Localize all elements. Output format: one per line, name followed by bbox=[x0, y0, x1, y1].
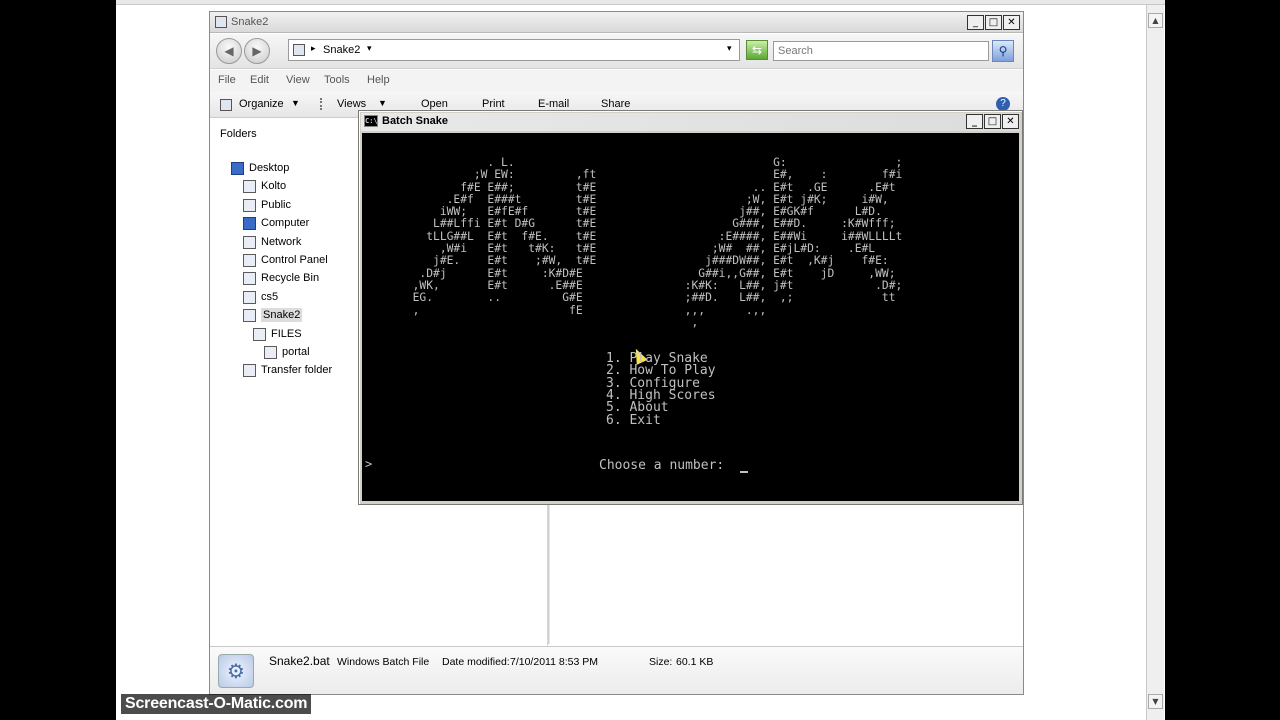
details-type: Windows Batch File bbox=[337, 656, 430, 668]
organize-button[interactable]: Organize bbox=[239, 98, 284, 110]
computer-icon bbox=[243, 216, 256, 230]
scroll-down-icon[interactable]: ▼ bbox=[1148, 694, 1163, 709]
menu-file[interactable]: File bbox=[218, 74, 236, 86]
forward-arrow-icon[interactable]: ▶ bbox=[244, 38, 270, 64]
tree-item-desktop[interactable]: Desktop bbox=[231, 159, 289, 177]
views-icon bbox=[320, 98, 332, 110]
folder-icon bbox=[243, 198, 256, 212]
menu-option-exit: 6. Exit bbox=[606, 413, 661, 428]
explorer-title: Snake2 bbox=[231, 16, 269, 28]
print-button[interactable]: Print bbox=[482, 98, 505, 110]
snake-ascii-art: . L. G: ; ;W EW: ,ft E#, : f#i f#E E##; … bbox=[412, 156, 903, 329]
maximize-icon[interactable]: □ bbox=[985, 15, 1002, 30]
details-size-label: Size: bbox=[649, 656, 673, 668]
batch-snake-console-window: C:\ Batch Snake _ □ ✕ . L. G: ; ;W EW: ,… bbox=[358, 110, 1023, 505]
folder-icon bbox=[264, 345, 277, 359]
details-filename: Snake2.bat bbox=[269, 654, 330, 668]
console-minimize-icon[interactable]: _ bbox=[966, 114, 983, 129]
folder-icon bbox=[243, 363, 256, 377]
console-output[interactable]: . L. G: ; ;W EW: ,ft E#, : f#i f#E E##; … bbox=[362, 133, 1019, 501]
minimize-icon[interactable]: _ bbox=[967, 15, 984, 30]
help-icon[interactable]: ? bbox=[996, 97, 1010, 111]
details-date: 7/10/2011 8:53 PM bbox=[510, 656, 598, 668]
tree-item-portal[interactable]: portal bbox=[264, 343, 310, 361]
folder-icon bbox=[243, 290, 256, 304]
screencast-watermark: Screencast-O-Matic.com bbox=[121, 694, 312, 714]
details-date-label: Date modified: bbox=[442, 656, 510, 668]
background-window-strip bbox=[116, 0, 1165, 5]
choose-number-prompt: Choose a number: bbox=[599, 458, 725, 473]
text-cursor[interactable] bbox=[740, 471, 748, 473]
batch-file-gear-icon: ⚙ bbox=[218, 654, 254, 688]
views-button[interactable]: Views bbox=[337, 98, 366, 110]
console-maximize-icon[interactable]: □ bbox=[984, 114, 1001, 129]
breadcrumb-dropdown-icon[interactable]: ▾ bbox=[367, 43, 372, 54]
details-size: 60.1 KB bbox=[676, 656, 714, 668]
organize-icon bbox=[220, 99, 232, 111]
console-icon: C:\ bbox=[364, 115, 378, 127]
control-panel-icon bbox=[243, 253, 256, 267]
folders-header[interactable]: Folders bbox=[220, 128, 257, 140]
tree-item-network[interactable]: Network bbox=[243, 233, 301, 251]
back-arrow-icon[interactable]: ◀ bbox=[216, 38, 242, 64]
tree-item-kolto[interactable]: Kolto bbox=[243, 177, 286, 195]
recycle-bin-icon bbox=[243, 271, 256, 285]
breadcrumb-chevron-icon[interactable]: ▸ bbox=[311, 43, 316, 54]
views-dropdown-icon[interactable]: ▼ bbox=[378, 98, 387, 108]
desktop-icon bbox=[231, 161, 244, 175]
folder-icon bbox=[243, 179, 256, 193]
tree-item-files[interactable]: FILES bbox=[253, 325, 302, 343]
close-icon[interactable]: ✕ bbox=[1003, 15, 1020, 30]
address-toolbar: ◀ ▶ ▸ Snake2 ▾ ▾ ⇆ Search ⚲ bbox=[210, 34, 1023, 69]
folder-icon bbox=[293, 44, 305, 56]
tree-item-public[interactable]: Public bbox=[243, 196, 291, 214]
menu-bar: File Edit View Tools Help bbox=[210, 70, 1023, 92]
tree-item-control-panel[interactable]: Control Panel bbox=[243, 251, 328, 269]
tree-item-snake2[interactable]: Snake2 bbox=[243, 306, 303, 324]
explorer-title-bar[interactable]: Snake2 _ □ ✕ bbox=[210, 12, 1023, 33]
organize-dropdown-icon[interactable]: ▼ bbox=[291, 98, 300, 108]
search-icon[interactable]: ⚲ bbox=[992, 40, 1014, 62]
search-input[interactable]: Search bbox=[773, 41, 989, 61]
menu-edit[interactable]: Edit bbox=[250, 74, 269, 86]
tree-item-computer[interactable]: Computer bbox=[243, 214, 309, 232]
scroll-up-icon[interactable]: ▲ bbox=[1148, 13, 1163, 28]
console-title: Batch Snake bbox=[382, 115, 449, 127]
tree-item-transfer-folder[interactable]: Transfer folder bbox=[243, 361, 332, 379]
refresh-icon[interactable]: ⇆ bbox=[746, 40, 768, 60]
open-button[interactable]: Open bbox=[421, 98, 448, 110]
tree-item-recycle-bin[interactable]: Recycle Bin bbox=[243, 269, 319, 287]
console-caret: > bbox=[365, 457, 373, 471]
folder-icon bbox=[253, 327, 266, 341]
console-title-bar[interactable]: C:\ Batch Snake _ □ ✕ bbox=[361, 113, 1020, 131]
folder-window-icon bbox=[215, 16, 227, 28]
share-button[interactable]: Share bbox=[601, 98, 630, 110]
menu-help[interactable]: Help bbox=[367, 74, 390, 86]
menu-tools[interactable]: Tools bbox=[324, 74, 350, 86]
menu-view[interactable]: View bbox=[286, 74, 310, 86]
address-dropdown-icon[interactable]: ▾ bbox=[727, 43, 732, 54]
background-scrollbar[interactable]: ▲ ▼ bbox=[1146, 5, 1164, 720]
details-pane: ⚙ Snake2.bat Windows Batch File Date mod… bbox=[210, 646, 1023, 694]
console-close-icon[interactable]: ✕ bbox=[1002, 114, 1019, 129]
address-bar[interactable]: ▸ Snake2 ▾ ▾ bbox=[288, 39, 740, 61]
tree-item-cs5[interactable]: cs5 bbox=[243, 288, 278, 306]
network-icon bbox=[243, 235, 256, 249]
address-breadcrumb[interactable]: Snake2 bbox=[323, 44, 360, 56]
email-button[interactable]: E-mail bbox=[538, 98, 569, 110]
folder-icon bbox=[243, 308, 256, 322]
